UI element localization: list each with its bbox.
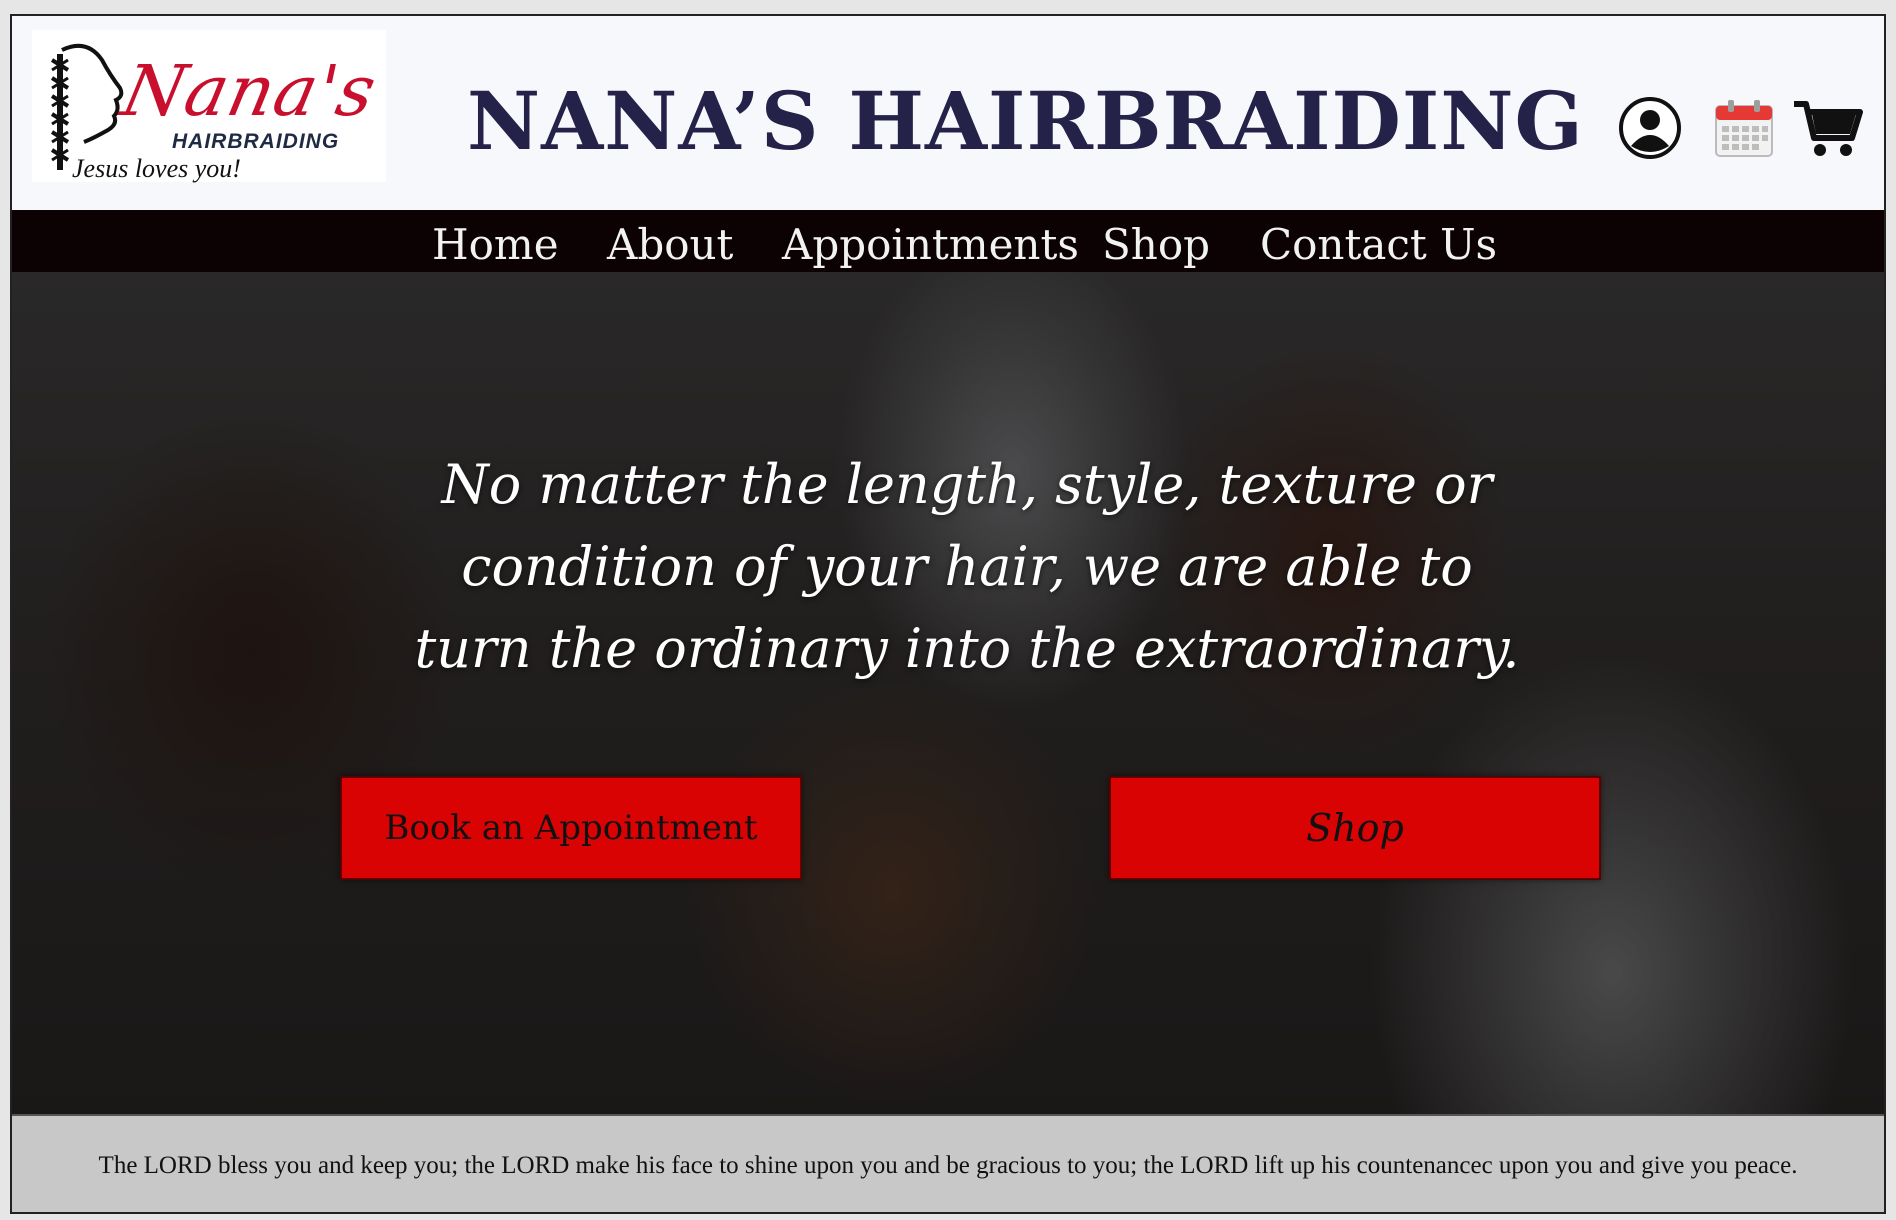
logo-tagline: Jesus loves you! <box>72 154 241 183</box>
shop-button[interactable]: Shop <box>1109 776 1601 880</box>
logo-subtitle: HAIRBRAIDING <box>172 130 340 153</box>
hero-tagline: No matter the length, style, texture or … <box>414 453 1520 680</box>
main-nav: Home About Appointments Shop Contact Us <box>12 210 1884 272</box>
logo-script-text: Nana's <box>115 50 384 132</box>
nav-item-shop[interactable]: Shop <box>1102 220 1210 269</box>
shopping-cart-icon[interactable] <box>1792 96 1864 164</box>
footer-blessing-text: The LORD bless you and keep you; the LOR… <box>98 1152 1798 1179</box>
hero-banner: No matter the length, style, texture or … <box>12 272 1884 1114</box>
calendar-icon[interactable] <box>1712 96 1776 164</box>
nav-item-contact-us[interactable]: Contact Us <box>1260 220 1497 269</box>
nav-item-about[interactable]: About <box>607 220 733 269</box>
user-account-icon[interactable] <box>1618 96 1682 164</box>
site-logo[interactable]: Nana's HAIRBRAIDING Jesus loves you! <box>32 30 386 183</box>
site-footer: The LORD bless you and keep you; the LOR… <box>12 1114 1884 1212</box>
site-title: NANA’S HAIRBRAIDING <box>467 74 1584 168</box>
book-appointment-button[interactable]: Book an Appointment <box>340 776 802 880</box>
nav-item-appointments[interactable]: Appointments <box>782 220 1079 269</box>
site-header: Nana's HAIRBRAIDING Jesus loves you! NAN… <box>12 16 1884 210</box>
nav-item-home[interactable]: Home <box>432 220 559 269</box>
page-frame: Nana's HAIRBRAIDING Jesus loves you! NAN… <box>10 14 1886 1214</box>
